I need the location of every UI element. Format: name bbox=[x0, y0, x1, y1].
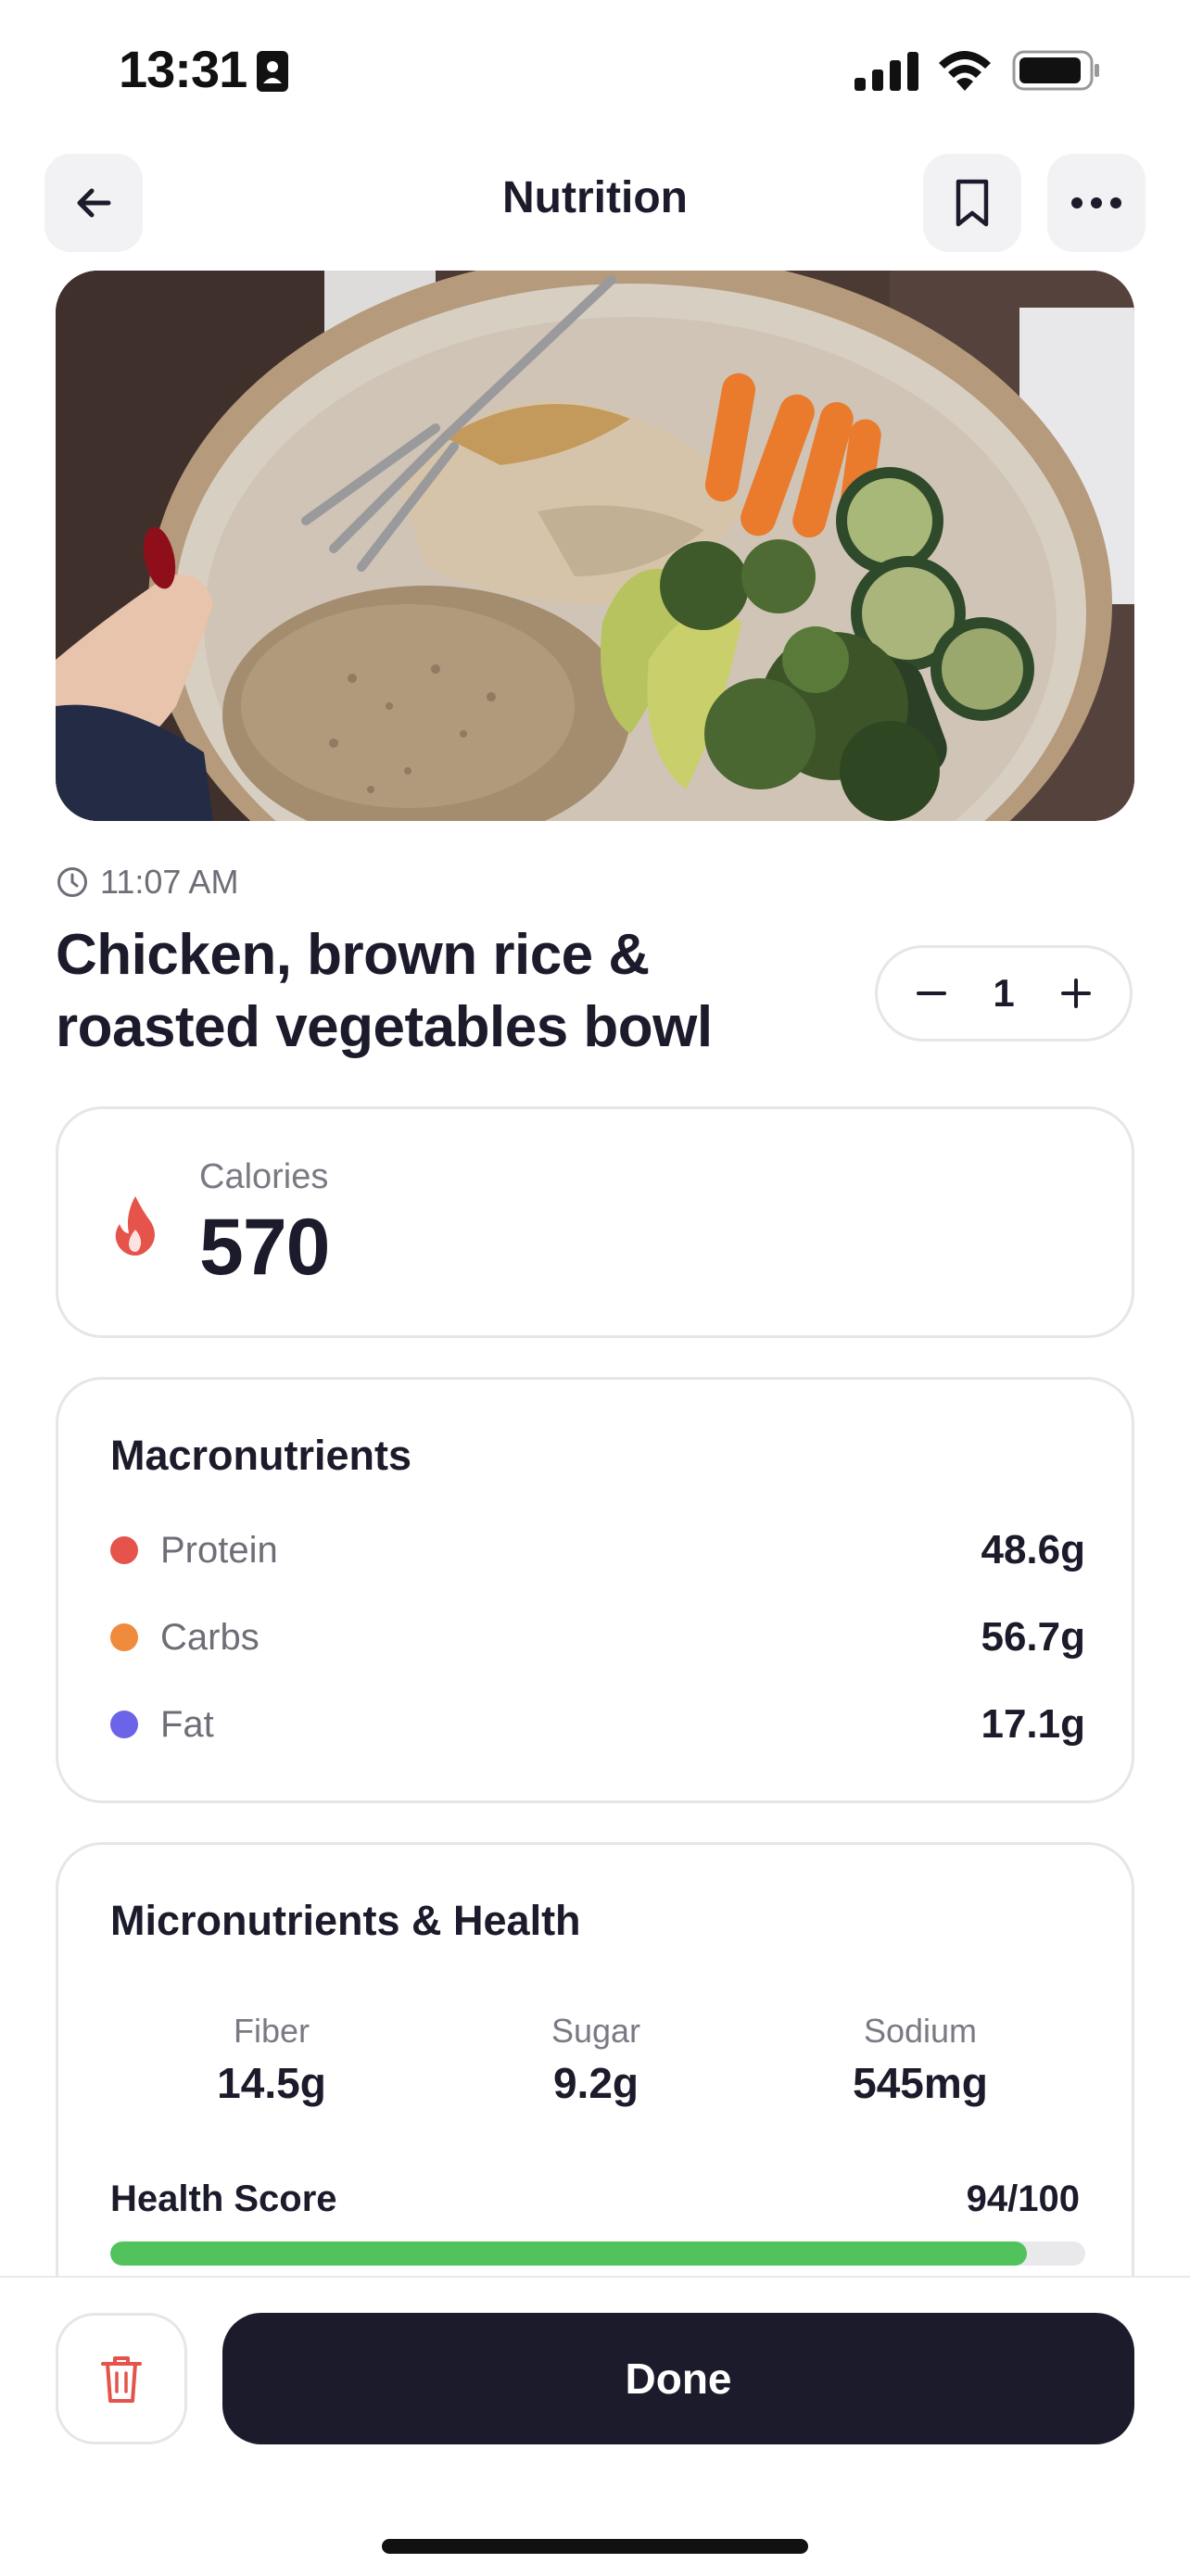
calories-label: Calories bbox=[199, 1157, 329, 1196]
macro-row-carbs: Carbs 56.7g bbox=[110, 1610, 1085, 1665]
status-bar: 13:31 bbox=[0, 0, 1190, 139]
clock-icon bbox=[57, 867, 87, 897]
macro-label: Fat bbox=[160, 1703, 214, 1745]
micronutrients-card: Micronutrients & Health Fiber 14.5g Suga… bbox=[56, 1842, 1134, 2324]
micronutrients-title: Micronutrients & Health bbox=[110, 1897, 581, 1944]
micro-fiber: Fiber 14.5g bbox=[133, 2012, 411, 2108]
micro-label: Fiber bbox=[233, 2012, 310, 2050]
bookmark-icon bbox=[956, 179, 989, 227]
protein-dot bbox=[110, 1536, 138, 1564]
id-card-icon bbox=[257, 51, 288, 92]
meal-time: 11:07 AM bbox=[100, 863, 239, 901]
health-score-fill bbox=[110, 2241, 1027, 2266]
meal-title: Chicken, brown rice & roasted vegetables… bbox=[56, 923, 713, 1059]
arrow-left-icon bbox=[77, 188, 111, 218]
micro-label: Sodium bbox=[863, 2012, 978, 2050]
calories-value: 570 bbox=[199, 1203, 330, 1292]
micro-value: 14.5g bbox=[217, 2059, 326, 2107]
health-score-value: 94/100 bbox=[966, 2178, 1080, 2219]
increment-button[interactable] bbox=[1050, 967, 1102, 1019]
macro-row-fat: Fat 17.1g bbox=[110, 1697, 1085, 1752]
macro-value: 48.6g bbox=[981, 1527, 1085, 1572]
micro-value: 545mg bbox=[853, 2059, 988, 2107]
fat-dot bbox=[110, 1711, 138, 1738]
more-options-button[interactable] bbox=[1047, 154, 1146, 252]
status-time: 13:31 bbox=[119, 40, 247, 98]
carbs-dot bbox=[110, 1623, 138, 1651]
bottom-action-bar: Done bbox=[0, 2276, 1190, 2576]
wifi-icon bbox=[939, 51, 991, 91]
macro-label: Carbs bbox=[160, 1616, 260, 1658]
delete-button[interactable] bbox=[56, 2313, 187, 2444]
page-title: Nutrition bbox=[502, 173, 688, 222]
macronutrients-title: Macronutrients bbox=[110, 1432, 412, 1479]
micro-sugar: Sugar 9.2g bbox=[457, 2012, 735, 2108]
serving-count: 1 bbox=[993, 971, 1015, 1015]
back-button[interactable] bbox=[44, 154, 143, 252]
decrement-button[interactable] bbox=[905, 967, 957, 1019]
serving-stepper: 1 bbox=[875, 945, 1133, 1042]
macro-value: 17.1g bbox=[981, 1701, 1085, 1747]
health-score-label: Health Score bbox=[110, 2178, 337, 2219]
minus-icon bbox=[917, 991, 946, 995]
plus-icon bbox=[1060, 979, 1091, 1008]
macronutrients-card: Macronutrients Protein 48.6g Carbs 56.7g… bbox=[56, 1377, 1134, 1803]
trash-icon bbox=[101, 2356, 142, 2403]
bookmark-button[interactable] bbox=[923, 154, 1021, 252]
meal-photo bbox=[56, 271, 1134, 821]
micro-label: Sugar bbox=[551, 2012, 641, 2050]
flame-icon bbox=[115, 1196, 155, 1256]
done-button[interactable]: Done bbox=[222, 2313, 1134, 2444]
macro-value: 56.7g bbox=[981, 1614, 1085, 1660]
micro-sodium: Sodium 545mg bbox=[781, 2012, 1059, 2108]
meal-timestamp: 11:07 AM bbox=[56, 860, 238, 904]
battery-icon bbox=[1012, 50, 1099, 91]
macro-row-protein: Protein 48.6g bbox=[110, 1522, 1085, 1578]
health-score-bar bbox=[110, 2241, 1085, 2266]
macro-label: Protein bbox=[160, 1529, 278, 1571]
micro-value: 9.2g bbox=[552, 2059, 639, 2107]
ellipsis-icon bbox=[1071, 197, 1121, 208]
calories-card: Calories 570 bbox=[56, 1106, 1134, 1338]
cellular-signal-icon bbox=[855, 52, 918, 91]
home-indicator bbox=[382, 2539, 808, 2554]
